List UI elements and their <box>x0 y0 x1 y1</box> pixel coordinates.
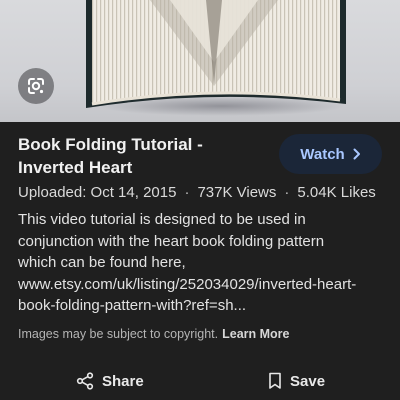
description-line: www.etsy.com/uk/listing/252034029/invert… <box>18 275 357 293</box>
meta-separator: · <box>284 184 290 201</box>
action-bar: Share Save <box>0 366 400 396</box>
save-label: Save <box>290 372 326 390</box>
description-line: book-folding-pattern-with?ref=sh... <box>18 297 247 314</box>
save-button[interactable]: Save <box>268 366 325 396</box>
upload-date: Uploaded: Oct 14, 2015 <box>18 184 177 201</box>
google-lens-button[interactable] <box>18 68 54 104</box>
video-description[interactable]: This video tutorial is designed to be us… <box>18 209 390 317</box>
copyright-notice: Images may be subject to copyright. Learn… <box>18 327 388 341</box>
description-line: conjunction with the heart book folding … <box>18 232 325 250</box>
google-lens-icon <box>28 78 44 94</box>
like-count: 5.04K Likes <box>297 184 376 201</box>
chevron-right-icon <box>353 148 360 160</box>
learn-more-link[interactable]: Learn More <box>222 327 289 341</box>
watch-button[interactable]: Watch <box>279 134 382 174</box>
bookmark-icon <box>269 372 281 389</box>
result-title[interactable]: Book Folding Tutorial - Inverted Heart <box>18 133 268 179</box>
share-button[interactable]: Share <box>76 366 144 396</box>
description-line: This video tutorial is designed to be us… <box>18 211 306 228</box>
view-count: 737K Views <box>197 184 277 201</box>
video-meta: Uploaded: Oct 14, 2015 · 737K Views · 5.04K … <box>18 184 388 201</box>
image-preview[interactable] <box>0 0 400 122</box>
watch-label: Watch <box>300 145 345 163</box>
copyright-text: Images may be subject to copyright. <box>18 327 219 341</box>
book-shadow <box>96 96 346 116</box>
share-icon <box>76 372 94 390</box>
meta-separator: · <box>184 184 190 201</box>
description-line: which can be found here, <box>18 254 186 271</box>
share-label: Share <box>102 372 144 390</box>
